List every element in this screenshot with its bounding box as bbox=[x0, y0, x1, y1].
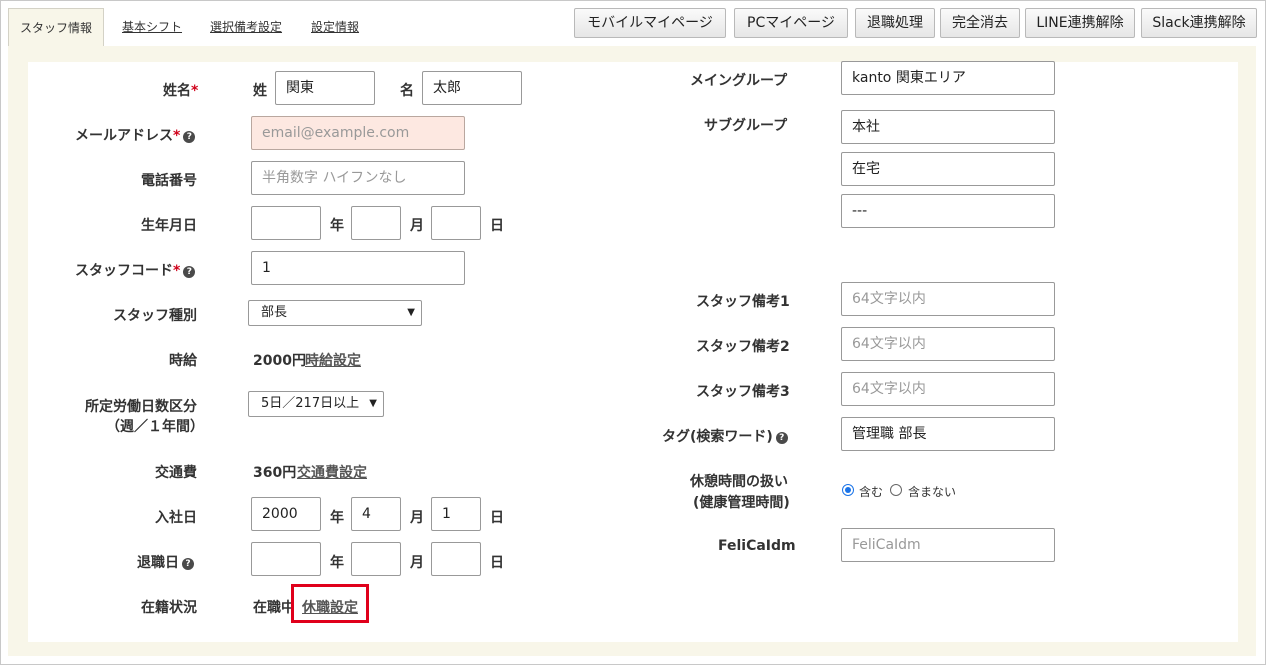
workdays-select[interactable]: 5日／217日以上 ▼ bbox=[248, 391, 384, 417]
hourly-wage-label: 時給 bbox=[169, 353, 197, 369]
tab-settings-info[interactable]: 設定情報 bbox=[311, 8, 359, 46]
help-icon[interactable]: ? bbox=[183, 266, 196, 278]
hire-date-label: 入社日 bbox=[155, 510, 197, 526]
help-icon[interactable]: ? bbox=[182, 558, 194, 570]
employment-status-label: 在籍状況 bbox=[141, 600, 197, 616]
month-unit: 月 bbox=[410, 510, 424, 526]
hire-month-input[interactable]: 4 bbox=[351, 497, 401, 531]
birth-month-input[interactable] bbox=[351, 206, 401, 240]
year-unit: 年 bbox=[330, 555, 344, 571]
felica-label: FeliCaIdm bbox=[718, 538, 796, 554]
mobile-mypage-button[interactable]: モバイルマイページ bbox=[574, 8, 726, 38]
hire-year-input[interactable]: 2000 bbox=[251, 497, 321, 531]
last-name-input[interactable]: 関東 bbox=[275, 71, 375, 105]
retire-month-input[interactable] bbox=[351, 542, 401, 576]
required-mark: * bbox=[173, 263, 181, 279]
delete-completely-button[interactable]: 完全消去 bbox=[940, 8, 1020, 38]
birth-year-input[interactable] bbox=[251, 206, 321, 240]
break-handling-sublabel: (健康管理時間) bbox=[693, 495, 790, 511]
tag-label: タグ(検索ワード)? bbox=[662, 426, 788, 446]
staff-type-select[interactable]: 部長 ▼ bbox=[248, 300, 422, 326]
form-panel bbox=[28, 62, 1238, 642]
sub-group-label: サブグループ bbox=[704, 118, 788, 134]
day-unit: 日 bbox=[490, 218, 504, 234]
sub-group-field-1[interactable]: 本社 bbox=[841, 110, 1055, 144]
chevron-down-icon: ▼ bbox=[407, 307, 415, 318]
tab-selection-notes[interactable]: 選択備考設定 bbox=[210, 8, 282, 46]
staff-code-input[interactable]: 1 bbox=[251, 251, 465, 285]
help-icon[interactable]: ? bbox=[775, 432, 788, 444]
transport-settings-link[interactable]: 交通費設定 bbox=[297, 462, 367, 482]
tab-staff-info[interactable]: スタッフ情報 bbox=[8, 8, 104, 46]
workdays-sublabel: （週／１年間） bbox=[106, 419, 204, 435]
name-label: 姓名* bbox=[163, 83, 199, 99]
hourly-wage-settings-link[interactable]: 時給設定 bbox=[305, 350, 361, 370]
staff-note-2-label: スタッフ備考2 bbox=[696, 339, 790, 355]
hire-day-input[interactable]: 1 bbox=[431, 497, 481, 531]
retire-year-input[interactable] bbox=[251, 542, 321, 576]
felica-field[interactable]: FeliCaIdm bbox=[841, 528, 1055, 562]
break-exclude-radio[interactable] bbox=[890, 484, 902, 496]
staff-note-1-label: スタッフ備考1 bbox=[696, 294, 790, 310]
pc-mypage-button[interactable]: PCマイページ bbox=[734, 8, 848, 38]
staff-type-label: スタッフ種別 bbox=[113, 308, 197, 324]
highlight-box bbox=[291, 584, 369, 623]
help-icon[interactable]: ? bbox=[183, 131, 196, 143]
day-unit: 日 bbox=[490, 555, 504, 571]
main-group-field[interactable]: kanto 関東エリア bbox=[841, 61, 1055, 95]
birth-day-input[interactable] bbox=[431, 206, 481, 240]
first-name-prefix: 名 bbox=[400, 83, 414, 99]
staff-note-1-field[interactable]: 64文字以内 bbox=[841, 282, 1055, 316]
year-unit: 年 bbox=[330, 510, 344, 526]
break-handling-label: 休憩時間の扱い bbox=[690, 474, 788, 490]
sub-group-field-2[interactable]: 在宅 bbox=[841, 152, 1055, 186]
break-include-label: 含む bbox=[859, 485, 884, 499]
first-name-input[interactable]: 太郎 bbox=[422, 71, 522, 105]
month-unit: 月 bbox=[410, 218, 424, 234]
chevron-down-icon: ▼ bbox=[369, 398, 377, 409]
workdays-label: 所定労働日数区分 bbox=[85, 399, 197, 415]
required-mark: * bbox=[191, 83, 199, 99]
tag-field[interactable]: 管理職 部長 bbox=[841, 417, 1055, 451]
staff-note-3-label: スタッフ備考3 bbox=[696, 384, 790, 400]
phone-field[interactable]: 半角数字 ハイフンなし bbox=[251, 161, 465, 195]
transport-label: 交通費 bbox=[155, 465, 197, 481]
sub-group-field-3[interactable]: --- bbox=[841, 194, 1055, 228]
employment-status-value: 在職中 bbox=[253, 600, 295, 616]
required-mark: * bbox=[173, 128, 181, 144]
month-unit: 月 bbox=[410, 555, 424, 571]
workdays-value: 5日／217日以上 bbox=[261, 396, 360, 411]
transport-value: 360円 bbox=[253, 465, 297, 481]
year-unit: 年 bbox=[330, 218, 344, 234]
email-field[interactable]: email@example.com bbox=[251, 116, 465, 150]
staff-type-value: 部長 bbox=[261, 305, 288, 320]
slack-unlink-button[interactable]: Slack連携解除 bbox=[1141, 8, 1257, 38]
phone-label: 電話番号 bbox=[141, 173, 197, 189]
break-include-radio[interactable] bbox=[842, 484, 854, 496]
staff-note-2-field[interactable]: 64文字以内 bbox=[841, 327, 1055, 361]
tab-basic-shift[interactable]: 基本シフト bbox=[122, 8, 182, 46]
staff-note-3-field[interactable]: 64文字以内 bbox=[841, 372, 1055, 406]
last-name-prefix: 姓 bbox=[253, 83, 267, 99]
line-unlink-button[interactable]: LINE連携解除 bbox=[1025, 8, 1135, 38]
birthdate-label: 生年月日 bbox=[141, 218, 197, 234]
retire-date-label: 退職日? bbox=[137, 552, 194, 572]
hourly-wage-value: 2000円 bbox=[253, 353, 306, 369]
staff-code-label: スタッフコード*? bbox=[75, 260, 196, 280]
break-exclude-label: 含まない bbox=[908, 485, 957, 499]
main-group-label: メイングループ bbox=[690, 73, 788, 89]
retire-process-button[interactable]: 退職処理 bbox=[855, 8, 935, 38]
day-unit: 日 bbox=[490, 510, 504, 526]
retire-day-input[interactable] bbox=[431, 542, 481, 576]
email-label: メールアドレス*? bbox=[75, 125, 196, 145]
